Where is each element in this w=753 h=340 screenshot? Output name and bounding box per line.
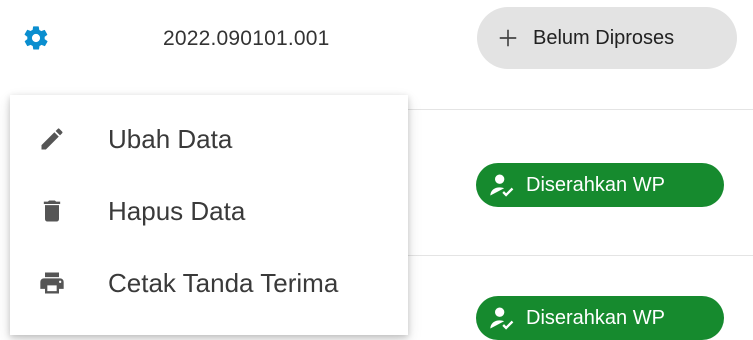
status-chip-label: Belum Diproses bbox=[533, 26, 675, 49]
status-badge-diserahkan-wp[interactable]: Diserahkan WP bbox=[476, 163, 724, 207]
status-chip-belum-diproses[interactable]: Belum Diproses bbox=[477, 7, 737, 69]
registration-number: 2022.090101.001 bbox=[163, 27, 330, 50]
gear-icon[interactable] bbox=[22, 24, 50, 52]
printer-icon bbox=[40, 272, 64, 294]
menu-item-cetak-tanda-terima[interactable]: Cetak Tanda Terima bbox=[10, 253, 408, 313]
menu-item-label: Cetak Tanda Terima bbox=[108, 267, 339, 298]
status-badge-label: Diserahkan WP bbox=[526, 306, 665, 329]
row-divider bbox=[408, 109, 753, 110]
plus-icon bbox=[499, 29, 517, 47]
status-badge-label: Diserahkan WP bbox=[526, 173, 665, 196]
menu-item-label: Hapus Data bbox=[108, 195, 246, 226]
menu-item-hapus-data[interactable]: Hapus Data bbox=[10, 181, 408, 241]
row-action-menu: Ubah Data Hapus Data Cetak Tanda Terima bbox=[10, 95, 408, 335]
trash-icon bbox=[43, 200, 61, 222]
person-check-icon bbox=[490, 307, 514, 330]
person-check-icon bbox=[490, 174, 514, 197]
pencil-icon bbox=[41, 128, 63, 150]
menu-item-ubah-data[interactable]: Ubah Data bbox=[10, 109, 408, 169]
status-badge-diserahkan-wp[interactable]: Diserahkan WP bbox=[476, 296, 724, 340]
row-divider bbox=[408, 255, 753, 256]
menu-item-label: Ubah Data bbox=[108, 123, 233, 154]
